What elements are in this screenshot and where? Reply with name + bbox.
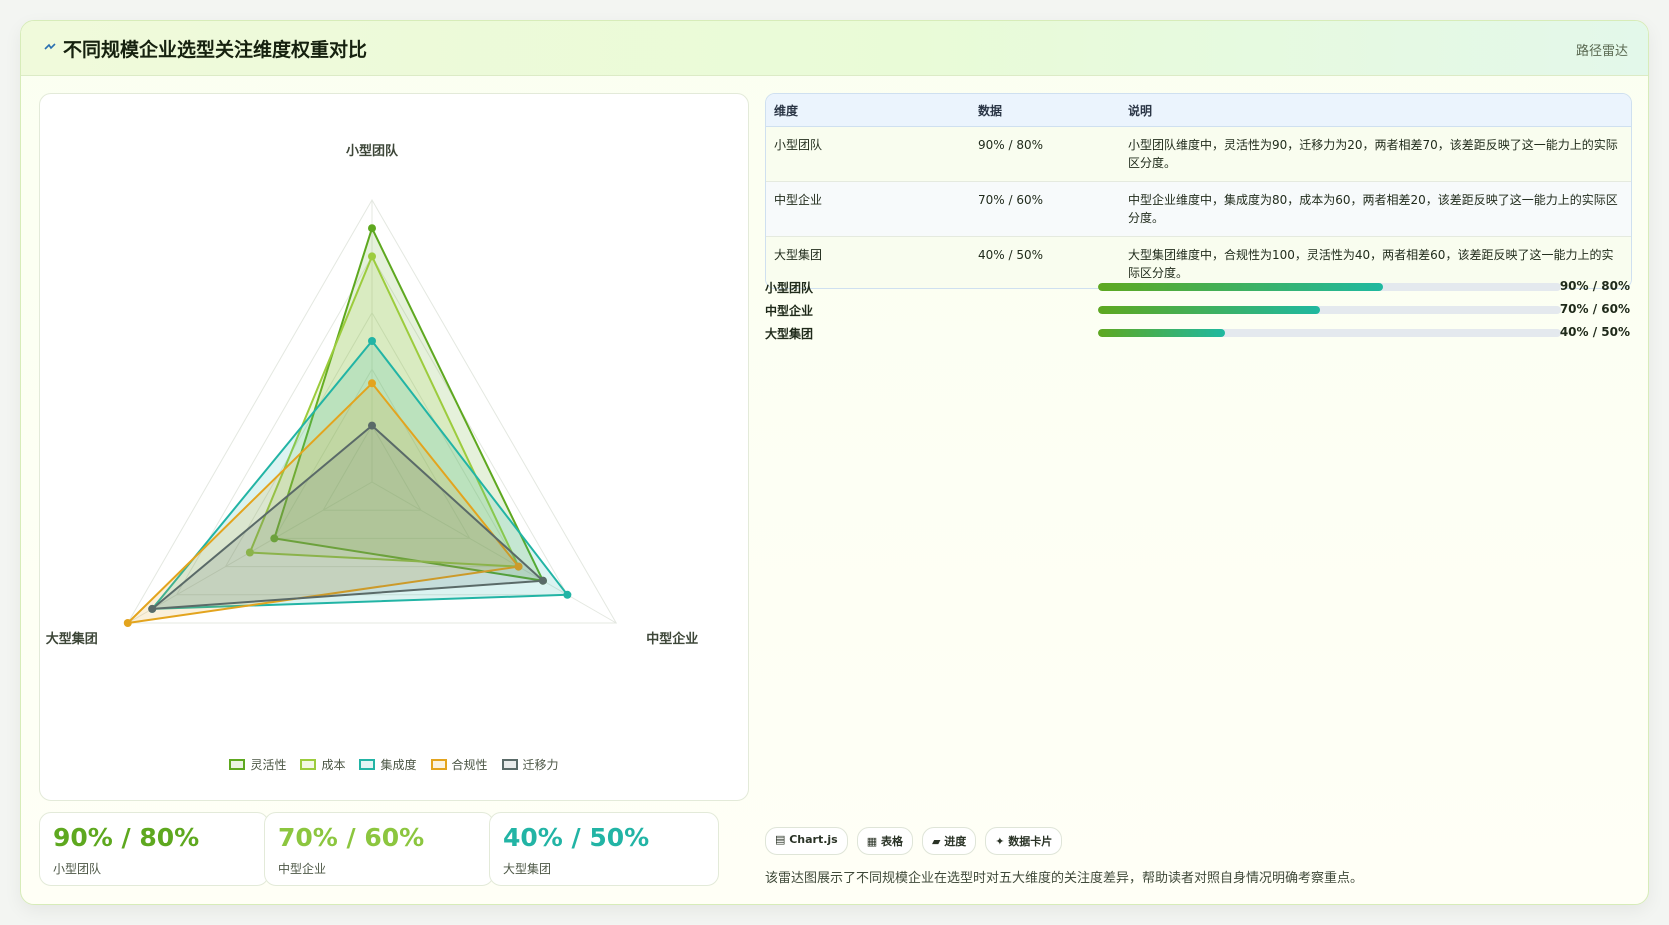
legend-swatch bbox=[430, 758, 447, 770]
badge-data-card: ✦ 数据卡片 bbox=[985, 827, 1063, 855]
progress-fill bbox=[1098, 329, 1226, 337]
chart-legend: 灵活性 成本 集成度 合规性 迁移力 bbox=[40, 754, 748, 774]
progress-label: 小型团队 bbox=[765, 281, 814, 295]
progress-value: 70% / 60% bbox=[1559, 302, 1630, 316]
radar-chart-panel: 小型团队中型企业 大型集团 灵活性 成本 集成度 合规性 迁移力 bbox=[39, 93, 749, 801]
legend-item[interactable]: 灵活性 bbox=[229, 754, 286, 774]
stat-label: 大型集团 bbox=[503, 862, 552, 876]
data-point bbox=[563, 590, 572, 599]
data-point bbox=[368, 337, 376, 345]
data-table: 维度 数据 说明 小型团队 90% / 80% 小型团队维度中，灵活性为90，迁… bbox=[765, 93, 1632, 289]
tech-badges: ▤ Chart.js ▦ 表格 ▰ 进度 ✦ 数据卡片 bbox=[765, 827, 1063, 855]
legend-item[interactable]: 迁移力 bbox=[501, 754, 559, 774]
table-header-row: 维度 数据 说明 bbox=[766, 94, 1631, 127]
legend-label: 集成度 bbox=[380, 757, 417, 772]
table-row: 小型团队 90% / 80% 小型团队维度中，灵活性为90，迁移力为20，两者相… bbox=[766, 126, 1631, 182]
legend-label: 迁移力 bbox=[522, 757, 559, 772]
data-point bbox=[368, 224, 376, 233]
progress-row-small: 小型团队 90% / 80% bbox=[765, 279, 1630, 295]
data-point bbox=[123, 619, 132, 627]
legend-label: 合规性 bbox=[451, 757, 488, 772]
cell-description: 小型团队维度中，灵活性为90，迁移力为20，两者相差70，该差距反映了这一能力上… bbox=[1120, 126, 1631, 182]
cell-dimension: 小型团队 bbox=[766, 126, 970, 182]
th-dimension: 维度 bbox=[766, 94, 970, 127]
page-title: 不同规模企业选型关注维度权重对比 bbox=[63, 39, 368, 61]
badge-table: ▦ 表格 bbox=[856, 827, 913, 855]
axis-label: 小型团队 bbox=[346, 143, 399, 159]
progress-label: 大型集团 bbox=[765, 327, 814, 341]
axis-label: 大型集团 bbox=[46, 631, 98, 647]
stat-label: 小型团队 bbox=[53, 862, 102, 876]
progress-row-medium: 中型企业 70% / 60% bbox=[765, 302, 1630, 318]
radar-chart: 小型团队中型企业 大型集团 bbox=[46, 143, 698, 647]
cell-dimension: 中型企业 bbox=[766, 181, 970, 237]
th-description: 说明 bbox=[1120, 94, 1631, 127]
legend-swatch bbox=[300, 758, 317, 770]
stat-label: 中型企业 bbox=[278, 862, 327, 876]
legend-label: 灵活性 bbox=[250, 757, 287, 772]
legend-swatch bbox=[501, 758, 518, 770]
cell-description: 中型企业维度中，集成度为80，成本为60，两者相差20，该差距反映了这一能力上的… bbox=[1120, 181, 1631, 237]
main-card: 不同规模企业选型关注维度权重对比 路径雷达 小型团队 中型企业 大型集团 灵活性 成本… bbox=[20, 20, 1649, 905]
data-point bbox=[368, 421, 376, 430]
legend-swatch bbox=[229, 758, 246, 770]
progress-track bbox=[1098, 306, 1561, 314]
legend-label: 成本 bbox=[321, 757, 346, 772]
progress-label: 中型企业 bbox=[765, 304, 814, 318]
data-point bbox=[368, 379, 376, 388]
stat-card-large: 40% / 50% 大型集团 bbox=[489, 812, 719, 886]
header-tag: 路径雷达 bbox=[1575, 44, 1628, 59]
cell-data: 90% / 80% bbox=[970, 126, 1120, 182]
legend-item[interactable]: 集成度 bbox=[359, 754, 417, 774]
legend-item[interactable]: 成本 bbox=[300, 754, 345, 774]
data-point bbox=[538, 576, 547, 585]
header: 不同规模企业选型关注维度权重对比 路径雷达 bbox=[21, 21, 1648, 76]
radar-icon bbox=[44, 43, 56, 50]
progress-track bbox=[1098, 329, 1561, 337]
cell-data: 70% / 60% bbox=[970, 181, 1120, 237]
axis-label: 中型企业 bbox=[646, 631, 698, 647]
progress-fill bbox=[1098, 283, 1383, 291]
badge-chartjs: ▤ Chart.js bbox=[765, 827, 848, 855]
progress-value: 40% / 50% bbox=[1559, 325, 1630, 339]
progress-value: 90% / 80% bbox=[1559, 279, 1630, 293]
stat-value: 90% / 80% bbox=[53, 823, 200, 852]
table-row: 中型企业 70% / 60% 中型企业维度中，集成度为80，成本为60，两者相差… bbox=[766, 181, 1631, 237]
chart-caption: 该雷达图展示了不同规模企业在选型时对五大维度的关注度差异，帮助读者对照自身情况明… bbox=[765, 871, 1364, 886]
progress-track bbox=[1098, 283, 1561, 291]
progress-fill bbox=[1098, 306, 1321, 314]
data-point bbox=[148, 604, 157, 613]
stat-value: 40% / 50% bbox=[503, 823, 650, 852]
data-point bbox=[368, 252, 376, 261]
stat-card-medium: 70% / 60% 中型企业 bbox=[264, 812, 494, 886]
progress-row-large: 大型集团 40% / 50% bbox=[765, 325, 1630, 341]
legend-swatch bbox=[359, 758, 376, 770]
badge-progress: ▰ 进度 bbox=[921, 827, 977, 855]
th-data: 数据 bbox=[970, 94, 1120, 127]
stat-card-small: 90% / 80% 小型团队 bbox=[39, 812, 269, 886]
legend-item[interactable]: 合规性 bbox=[430, 754, 488, 774]
stat-value: 70% / 60% bbox=[278, 823, 425, 852]
